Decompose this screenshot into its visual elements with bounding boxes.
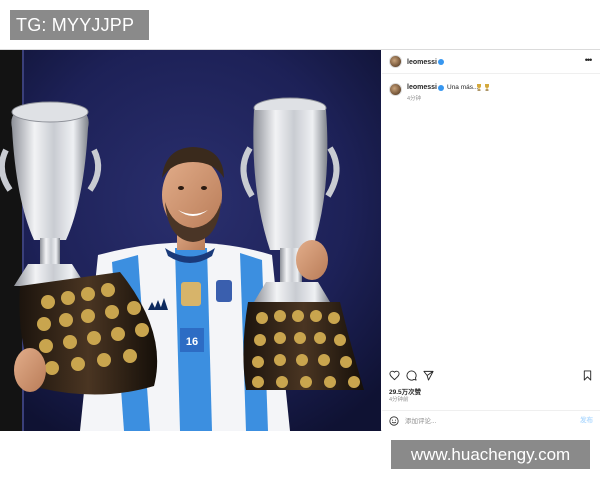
post-photo-illustration: 16: [0, 50, 381, 431]
comment-input[interactable]: [405, 416, 565, 426]
more-horizontal-icon[interactable]: •••: [583, 56, 593, 66]
instagram-post: 16 leomessi ••• leomessi Una más... 4分钟 …: [0, 49, 600, 431]
post-header: leomessi •••: [382, 50, 600, 74]
post-photo[interactable]: 16: [0, 50, 381, 431]
verified-badge-icon: [438, 59, 444, 65]
profile-avatar[interactable]: [389, 55, 402, 68]
post-comment-button[interactable]: 发布: [580, 416, 593, 426]
caption-username[interactable]: leomessi: [407, 83, 437, 92]
smiley-icon[interactable]: [389, 416, 399, 426]
comment-bar: 发布: [382, 410, 600, 431]
bookmark-icon[interactable]: [582, 370, 593, 381]
watermark-top: TG: MYYJJPP: [10, 10, 149, 40]
heart-icon[interactable]: [389, 370, 400, 381]
trophy-icon: [477, 84, 481, 91]
post-time: 4分钟前: [389, 397, 409, 403]
trophy-icon: [485, 84, 489, 91]
header-username[interactable]: leomessi: [407, 58, 437, 67]
caption-text: Una más...: [447, 84, 479, 91]
comment-icon[interactable]: [406, 370, 417, 381]
caption-time: 4分钟: [407, 96, 422, 102]
caption-verified-badge-icon: [438, 85, 444, 91]
post-sidebar: leomessi ••• leomessi Una más... 4分钟 29.…: [382, 50, 600, 431]
caption-avatar[interactable]: [389, 83, 402, 96]
page: TG: MYYJJPP 16 leomessi ••• leomessi Una…: [0, 0, 600, 480]
jersey-number: 16: [186, 336, 198, 348]
watermark-bottom: www.huachengy.com: [391, 440, 590, 469]
share-icon[interactable]: [423, 370, 434, 381]
